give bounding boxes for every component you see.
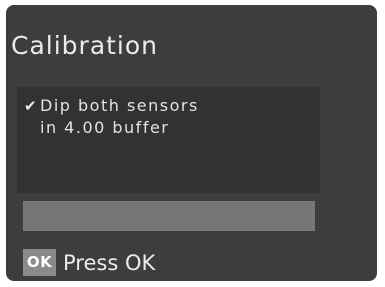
instruction-line-1: Dip both sensors [40, 96, 199, 115]
instruction-line-2: in 4.00 buffer [40, 118, 170, 137]
calibration-screen: Calibration ✔ Dip both sensors in 4.00 b… [6, 5, 377, 281]
screen-title: Calibration [11, 31, 159, 60]
check-icon: ✔ [24, 97, 37, 115]
calibration-progress-bar [23, 201, 315, 231]
press-ok-prompt: Press OK [63, 251, 156, 275]
instruction-row: ✔ Dip both sensors in 4.00 buffer [24, 95, 300, 139]
instruction-box: ✔ Dip both sensors in 4.00 buffer [17, 87, 320, 193]
instruction-text: Dip both sensors in 4.00 buffer [40, 95, 300, 139]
ok-button[interactable]: OK [23, 249, 56, 276]
